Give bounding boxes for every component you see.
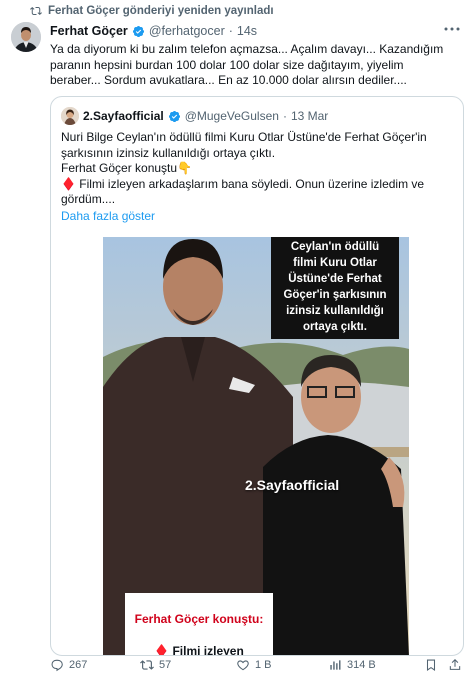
reply-button[interactable]: 267 bbox=[50, 658, 87, 672]
tweet-text: Ya da diyorum ki bu zalım telefon açmazs… bbox=[50, 42, 444, 87]
media-overlay-bottom: Ferhat Göçer konuştu: ♦️ Filmi izleyen a… bbox=[125, 593, 273, 656]
separator-dot: · bbox=[228, 24, 233, 38]
show-more-link[interactable]: Daha fazla göster bbox=[61, 209, 155, 223]
bookmark-button[interactable] bbox=[424, 658, 438, 672]
reply-icon bbox=[51, 659, 63, 672]
quote-time: 13 Mar bbox=[290, 109, 329, 123]
quote-header: 2.Sayfaofficial @MugeVeGulsen · 13 Mar bbox=[61, 107, 328, 125]
like-count: 1 B bbox=[255, 659, 272, 671]
more-icon[interactable] bbox=[442, 22, 462, 36]
author-name[interactable]: Ferhat Göçer bbox=[50, 24, 128, 38]
repost-icon bbox=[140, 660, 154, 670]
repost-label: Ferhat Göçer gönderiyi yeniden yayınladı bbox=[48, 5, 274, 17]
author-handle[interactable]: @ferhatgocer bbox=[149, 24, 225, 38]
repost-icon bbox=[30, 6, 42, 16]
media-caption-red: Ferhat Göçer konuştu: bbox=[134, 612, 264, 626]
views-count: 314 B bbox=[347, 659, 376, 671]
views-button[interactable]: 314 B bbox=[328, 658, 376, 672]
share-button[interactable] bbox=[448, 658, 462, 672]
quoted-tweet[interactable]: 2.Sayfaofficial @MugeVeGulsen · 13 Mar N… bbox=[50, 96, 464, 656]
views-icon bbox=[330, 660, 341, 670]
quote-author-handle: @MugeVeGulsen bbox=[184, 109, 279, 123]
quote-text: Nuri Bilge Ceylan'ın ödüllü filmi Kuru O… bbox=[61, 130, 427, 206]
share-icon bbox=[449, 659, 461, 670]
media-caption-black: ♦️ Filmi izleyen arkadaşlarım bana bbox=[154, 644, 244, 656]
repost-count: 57 bbox=[159, 659, 172, 671]
bookmark-icon bbox=[426, 659, 436, 671]
tweet-header: Ferhat Göçer @ferhatgocer · 14s bbox=[50, 24, 257, 38]
quote-author-name[interactable]: 2.Sayfaofficial bbox=[83, 109, 164, 123]
like-button[interactable]: 1 B bbox=[236, 658, 272, 672]
verified-badge-icon bbox=[132, 25, 144, 37]
author-avatar[interactable] bbox=[11, 22, 41, 52]
media-watermark: 2.Sayfaofficial bbox=[245, 477, 340, 493]
reply-count: 267 bbox=[69, 659, 88, 671]
repost-indicator[interactable]: Ferhat Göçer gönderiyi yeniden yayınladı bbox=[30, 3, 274, 19]
media-overlay-top: Ceylan'ın ödüllü filmi Kuru Otlar Üstüne… bbox=[271, 237, 399, 339]
repost-button[interactable]: 57 bbox=[140, 658, 171, 672]
quote-media-image[interactable]: Ceylan'ın ödüllü filmi Kuru Otlar Üstüne… bbox=[103, 237, 409, 656]
separator-dot: · bbox=[282, 109, 287, 123]
action-bar: 267 57 1 B 314 B bbox=[50, 656, 464, 674]
tweet-time[interactable]: 14s bbox=[237, 24, 257, 38]
like-icon bbox=[237, 660, 249, 671]
quote-avatar bbox=[61, 107, 79, 125]
verified-badge-icon bbox=[168, 110, 180, 122]
